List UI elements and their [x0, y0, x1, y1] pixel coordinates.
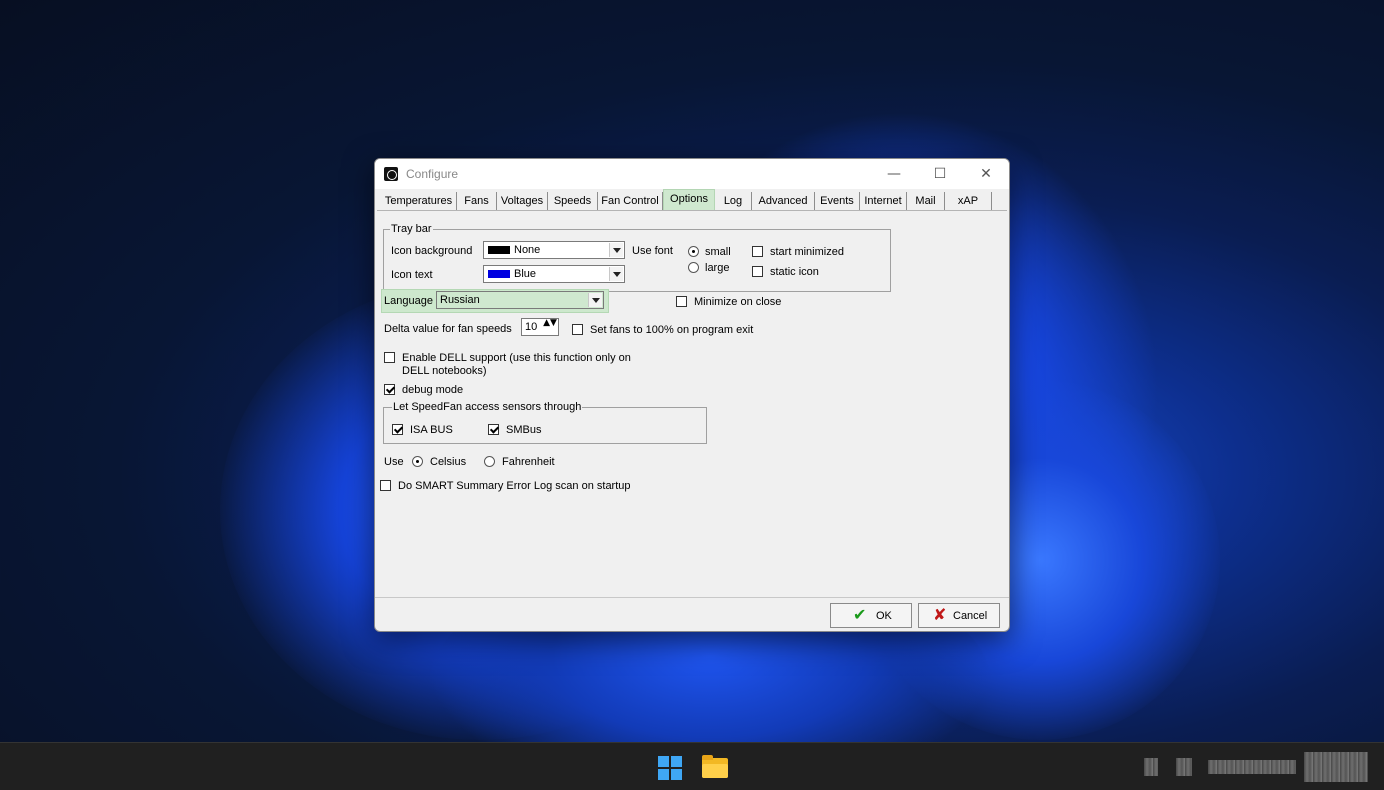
fahrenheit-label: Fahrenheit — [502, 456, 555, 468]
icon-background-value: None — [514, 244, 541, 256]
tab-options[interactable]: Options — [663, 189, 715, 211]
use-font-label: Use font — [632, 245, 673, 257]
language-value: Russian — [440, 294, 480, 306]
tab-mail[interactable]: Mail — [907, 192, 945, 211]
static-icon-label: static icon — [770, 266, 819, 278]
ok-button-label: OK — [876, 610, 892, 622]
checkmark-icon: ✔ — [853, 605, 867, 624]
tab-fans[interactable]: Fans — [457, 192, 497, 211]
icon-background-label: Icon background — [391, 245, 473, 257]
configure-window: Configure — ☐ ✕ Temperatures Fans Voltag… — [374, 158, 1010, 632]
speedfan-app-icon — [384, 167, 398, 181]
debug-mode-checkbox[interactable] — [384, 384, 395, 395]
dell-support-checkbox[interactable] — [384, 352, 395, 363]
smbus-label: SMBus — [506, 424, 542, 436]
font-small-label: small — [705, 246, 731, 258]
font-large-label: large — [705, 262, 730, 274]
tab-log[interactable]: Log — [715, 192, 752, 211]
tray-icon-blurred[interactable] — [1176, 758, 1192, 776]
footer-divider — [375, 597, 1009, 598]
set-fans-exit-checkbox[interactable] — [572, 324, 583, 335]
celsius-label: Celsius — [430, 456, 467, 468]
delta-spinner[interactable]: 10 ▲▼ — [521, 318, 559, 336]
tab-temperatures[interactable]: Temperatures — [381, 192, 457, 211]
language-label: Language — [384, 295, 433, 307]
font-small-radio[interactable] — [688, 246, 699, 257]
static-icon-checkbox[interactable] — [752, 266, 763, 277]
chevron-down-icon[interactable] — [609, 243, 623, 257]
file-explorer-icon[interactable] — [702, 755, 728, 778]
ok-button[interactable]: ✔ OK — [830, 603, 912, 628]
tray-bar-group-title: Tray bar — [390, 223, 433, 235]
tab-internet[interactable]: Internet — [860, 192, 907, 211]
delta-value: 10 — [525, 321, 538, 333]
taskbar — [0, 742, 1384, 790]
cancel-button-label: Cancel — [953, 610, 988, 622]
tab-advanced[interactable]: Advanced — [752, 192, 815, 211]
smart-scan-label: Do SMART Summary Error Log scan on start… — [398, 480, 631, 492]
start-minimized-label: start minimized — [770, 246, 844, 258]
icon-text-combo[interactable]: Blue — [483, 265, 625, 283]
tab-speeds[interactable]: Speeds — [548, 192, 598, 211]
minimize-button[interactable]: — — [871, 159, 917, 189]
use-units-label: Use — [384, 456, 404, 468]
maximize-button[interactable]: ☐ — [917, 159, 963, 189]
dell-support-label-line2: DELL notebooks) — [402, 365, 487, 377]
tray-clock-blurred[interactable] — [1208, 760, 1296, 774]
chevron-down-icon[interactable] — [609, 267, 623, 281]
minimize-on-close-label: Minimize on close — [694, 296, 782, 308]
icon-text-label: Icon text — [391, 269, 433, 281]
language-combo[interactable]: Russian — [436, 291, 604, 309]
isa-bus-label: ISA BUS — [410, 424, 453, 436]
cross-icon: ✘ — [933, 605, 947, 624]
debug-mode-label: debug mode — [402, 384, 464, 396]
dell-support-label-line1: Enable DELL support (use this function o… — [402, 352, 631, 364]
tab-xap[interactable]: xAP — [945, 192, 992, 211]
tray-date-blurred[interactable] — [1304, 752, 1368, 782]
tab-strip: Temperatures Fans Voltages Speeds Fan Co… — [379, 189, 1009, 211]
icon-background-combo[interactable]: None — [483, 241, 625, 259]
tab-fan-control[interactable]: Fan Control — [598, 192, 663, 211]
smart-scan-checkbox[interactable] — [380, 480, 391, 491]
smbus-checkbox[interactable] — [488, 424, 499, 435]
options-panel: Tray bar Icon background None Icon text … — [375, 211, 1009, 599]
tab-voltages[interactable]: Voltages — [497, 192, 548, 211]
title-bar[interactable]: Configure — ☐ ✕ — [375, 159, 1009, 189]
chevron-down-icon[interactable] — [588, 293, 602, 307]
icon-text-swatch — [488, 270, 510, 278]
sensors-group-title: Let SpeedFan access sensors through — [392, 401, 583, 413]
icon-text-value: Blue — [514, 268, 537, 280]
spin-arrows-icon[interactable]: ▲▼ — [543, 319, 557, 334]
start-minimized-checkbox[interactable] — [752, 246, 763, 257]
celsius-radio[interactable] — [412, 456, 423, 467]
icon-background-swatch — [488, 246, 510, 254]
delta-label: Delta value for fan speeds — [384, 323, 512, 335]
minimize-on-close-checkbox[interactable] — [676, 296, 687, 307]
cancel-button[interactable]: ✘ Cancel — [918, 603, 1000, 628]
windows-start-icon[interactable] — [658, 756, 682, 780]
tray-icon-blurred[interactable] — [1144, 758, 1158, 776]
fahrenheit-radio[interactable] — [484, 456, 495, 467]
font-large-radio[interactable] — [688, 262, 699, 273]
close-button[interactable]: ✕ — [963, 159, 1009, 189]
tab-events[interactable]: Events — [815, 192, 860, 211]
isa-bus-checkbox[interactable] — [392, 424, 403, 435]
set-fans-exit-label: Set fans to 100% on program exit — [590, 324, 754, 336]
window-title: Configure — [406, 167, 459, 181]
tray-bar-group: Tray bar — [383, 223, 891, 292]
